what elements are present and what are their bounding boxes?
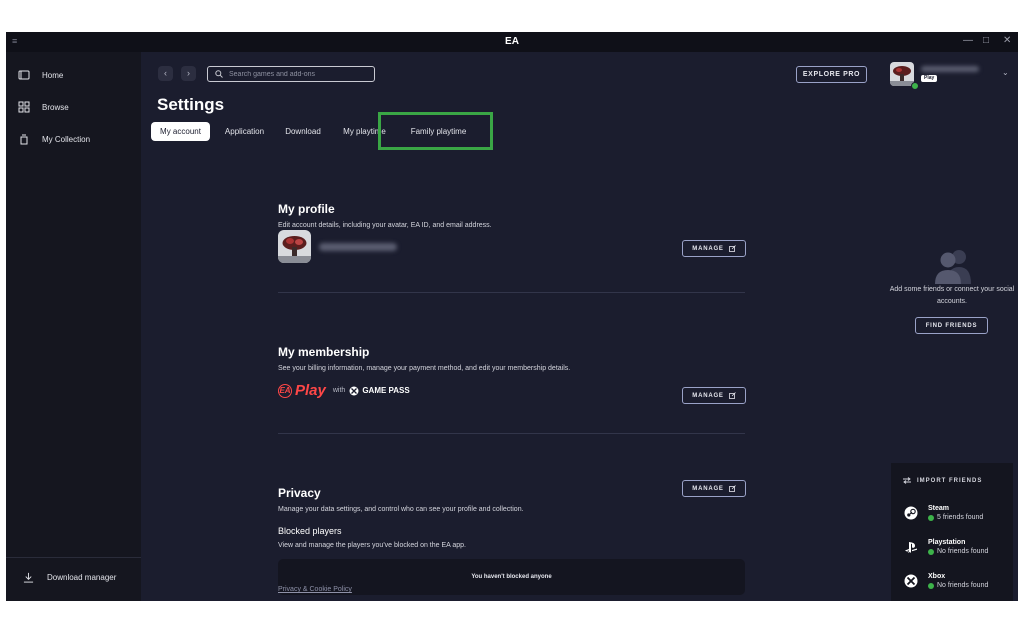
my-profile-description: Edit account details, including your ava… <box>278 222 492 229</box>
import-xbox[interactable]: Xbox No friends found <box>904 573 988 589</box>
username-blurred <box>921 66 979 72</box>
external-link-icon <box>728 392 736 399</box>
privacy-description: Manage your data settings, and control w… <box>278 506 524 513</box>
import-friends-panel: IMPORT FRIENDS Steam 5 friends found Pla… <box>891 463 1013 601</box>
settings-main: ‹ › EXPLORE PRO Settings My account Appl… <box>141 52 886 601</box>
title-bar: ≡ EA — □ ✕ <box>6 32 1018 52</box>
import-source-status: No friends found <box>937 582 989 589</box>
sidebar-item-label: My Collection <box>42 134 91 144</box>
sidebar-item-home[interactable]: Home <box>18 69 63 81</box>
download-manager-label: Download manager <box>47 573 117 582</box>
profile-avatar <box>278 230 311 263</box>
check-icon <box>928 582 934 589</box>
friends-panel: Play ⌄ Add some friends or connect your … <box>886 52 1018 601</box>
import-source-status: 5 friends found <box>937 514 984 521</box>
profile-manage-button[interactable]: MANAGE <box>682 240 746 257</box>
import-arrows-icon <box>903 477 911 484</box>
privacy-title: Privacy <box>278 486 321 500</box>
blocked-players-title: Blocked players <box>278 526 342 536</box>
xbox-icon <box>349 386 359 395</box>
sidebar-divider <box>6 557 141 558</box>
chevron-down-icon[interactable]: ⌄ <box>1002 68 1009 77</box>
tab-my-account[interactable]: My account <box>151 122 210 141</box>
online-status-dot <box>911 82 919 90</box>
friends-empty-text: Add some friends or connect your social … <box>889 286 1015 305</box>
check-icon <box>928 514 934 521</box>
play-logo-text: Play <box>295 382 326 399</box>
maximize-icon[interactable]: □ <box>983 35 989 46</box>
sidebar-item-my-collection[interactable]: My Collection <box>18 133 90 145</box>
ea-app-window: ≡ EA — □ ✕ Home Browse My Collection Dow… <box>6 32 1018 601</box>
check-icon <box>928 548 934 555</box>
my-profile-title: My profile <box>278 202 335 216</box>
membership-manage-button[interactable]: MANAGE <box>682 387 746 404</box>
window-title: EA <box>505 36 519 47</box>
back-button[interactable]: ‹ <box>158 66 173 81</box>
search-input[interactable] <box>229 70 369 78</box>
section-divider <box>278 433 745 434</box>
forward-button[interactable]: › <box>181 66 196 81</box>
import-playstation[interactable]: Playstation No friends found <box>904 539 988 555</box>
user-avatar[interactable] <box>890 62 914 86</box>
import-friends-label: IMPORT FRIENDS <box>917 477 983 484</box>
with-text: with <box>332 387 346 394</box>
friends-placeholder-icon <box>935 250 971 284</box>
import-source-name: Steam <box>928 505 950 512</box>
play-badge: Play <box>921 75 938 82</box>
import-source-status: No friends found <box>937 548 989 555</box>
import-friends-title: IMPORT FRIENDS <box>902 477 982 484</box>
import-source-name: Xbox <box>928 573 946 580</box>
sidebar-item-label: Browse <box>42 102 69 112</box>
find-friends-button[interactable]: FIND FRIENDS <box>915 317 988 334</box>
highlight-box <box>378 112 493 150</box>
manage-label: MANAGE <box>692 245 724 252</box>
steam-icon <box>904 506 918 520</box>
manage-label: MANAGE <box>692 392 724 399</box>
my-membership-title: My membership <box>278 345 370 359</box>
close-icon[interactable]: ✕ <box>1003 35 1011 46</box>
chevron-left-icon: ‹ <box>164 68 167 78</box>
page-title: Settings <box>157 95 225 114</box>
xbox-icon <box>904 574 918 588</box>
ea-logo-icon: EA <box>278 383 292 398</box>
minimize-icon[interactable]: — <box>963 35 973 46</box>
profile-name-blurred <box>319 243 397 251</box>
tab-application[interactable]: Application <box>217 122 272 141</box>
sidebar-item-browse[interactable]: Browse <box>18 101 69 113</box>
home-icon <box>18 70 30 80</box>
ea-play-game-pass-logo: EA Play with GAME PASS <box>278 382 410 399</box>
search-icon <box>215 70 223 78</box>
section-divider <box>278 292 745 293</box>
import-steam[interactable]: Steam 5 friends found <box>904 505 983 521</box>
chevron-right-icon: › <box>187 68 190 78</box>
tab-download[interactable]: Download <box>280 122 326 141</box>
sidebar-item-label: Home <box>42 70 64 80</box>
explore-pro-button[interactable]: EXPLORE PRO <box>796 66 867 83</box>
external-link-icon <box>728 245 736 252</box>
manage-label: MANAGE <box>692 485 724 492</box>
privacy-policy-link[interactable]: Privacy & Cookie Policy <box>278 586 352 593</box>
playstation-icon <box>905 542 917 553</box>
download-manager-button[interactable]: Download manager <box>23 572 116 583</box>
my-membership-description: See your billing information, manage you… <box>278 365 571 372</box>
search-bar[interactable] <box>207 66 375 82</box>
sidebar: Home Browse My Collection Download manag… <box>6 52 141 601</box>
download-icon <box>23 572 34 583</box>
import-source-name: Playstation <box>928 539 966 546</box>
game-pass-text: GAME PASS <box>362 386 410 395</box>
privacy-manage-button[interactable]: MANAGE <box>682 480 746 497</box>
grid-icon <box>18 101 30 113</box>
collection-icon <box>20 134 28 145</box>
blocked-players-description: View and manage the players you've block… <box>278 542 467 549</box>
external-link-icon <box>728 485 736 492</box>
